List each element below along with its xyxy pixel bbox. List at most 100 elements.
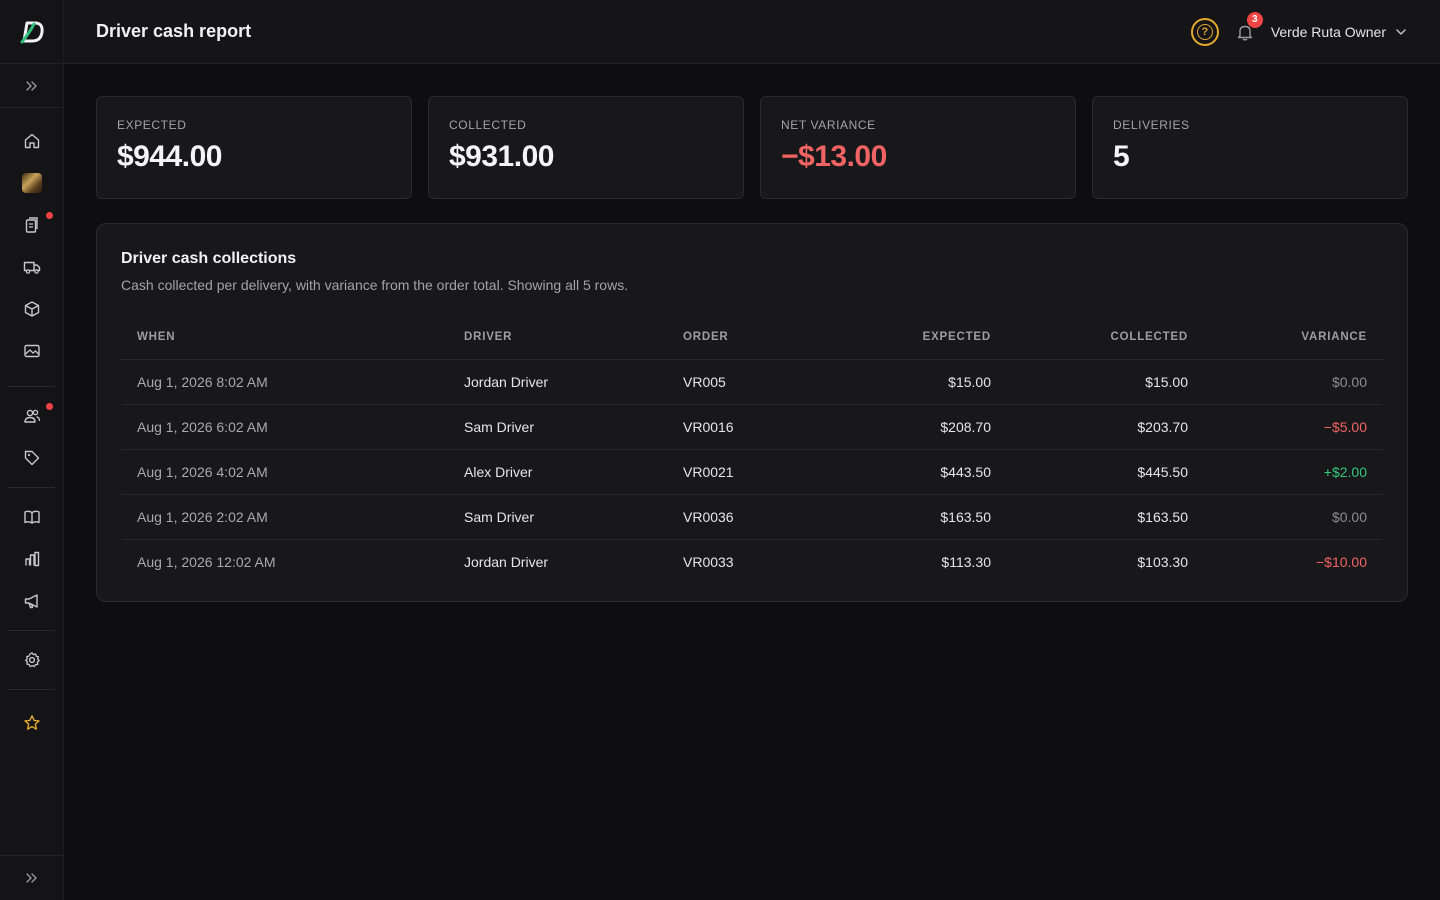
divider	[8, 386, 55, 387]
tag-icon	[24, 450, 39, 466]
cell-collected: $15.00	[1007, 359, 1204, 405]
notification-dot	[46, 403, 53, 410]
cell-variance: $0.00	[1204, 494, 1383, 540]
stat-value: −$13.00	[781, 140, 887, 173]
chevron-down-icon	[1396, 28, 1406, 35]
sidebar	[0, 0, 64, 900]
user-name: Verde Ruta Owner	[1270, 23, 1386, 40]
help-button[interactable]: ?	[1190, 17, 1219, 46]
sidebar-item-store[interactable]	[0, 162, 63, 204]
stat-value: $931.00	[449, 140, 554, 173]
stat-card-collected: COLLECTED $931.00	[428, 96, 744, 199]
sidebar-item-home[interactable]	[0, 120, 63, 162]
cell-driver: Sam Driver	[448, 494, 667, 540]
stat-value: $944.00	[117, 140, 222, 173]
sidebar-item-delivery[interactable]	[0, 246, 63, 288]
cell-expected: $163.50	[797, 494, 1007, 540]
sidebar-item-customers[interactable]	[0, 395, 63, 437]
cell-variance: $0.00	[1204, 359, 1383, 405]
column-header-collected: COLLECTED	[1007, 315, 1204, 360]
cell-order: VR0033	[683, 553, 734, 570]
divider	[8, 487, 55, 488]
cell-when: Aug 1, 2026 2:02 AM	[121, 494, 448, 540]
home-icon	[24, 133, 39, 149]
cell-collected: $103.30	[1137, 553, 1188, 570]
sidebar-item-marketing[interactable]	[0, 580, 63, 622]
settings-gear-icon	[24, 652, 40, 668]
column-header-variance: VARIANCE	[1204, 315, 1383, 360]
notifications-button[interactable]: 3	[1233, 11, 1263, 44]
stats-row: EXPECTED $944.00 COLLECTED $931.00 NET V…	[96, 96, 1408, 199]
stat-card-net-variance: NET VARIANCE −$13.00	[760, 96, 1076, 199]
main-content: EXPECTED $944.00 COLLECTED $931.00 NET V…	[96, 96, 1408, 602]
products-box-icon	[24, 301, 39, 317]
top-bar: Driver cash report ? 3 Verde Ruta Owner	[64, 0, 1440, 64]
cell-expected: $443.50	[797, 449, 1007, 495]
delivery-truck-icon	[23, 261, 40, 274]
cell-driver: Alex Driver	[448, 449, 667, 495]
catalog-book-icon	[23, 510, 40, 524]
collapse-toggle-button[interactable]	[0, 64, 63, 108]
store-avatar	[21, 173, 42, 193]
app-logo[interactable]	[0, 0, 63, 64]
sidebar-item-settings[interactable]	[0, 639, 63, 681]
notification-dot	[46, 212, 53, 219]
cell-when: Aug 1, 2026 8:02 AM	[121, 359, 448, 405]
marketing-megaphone-icon	[24, 594, 38, 609]
cell-order: VR005	[667, 359, 797, 405]
cell-variance: −$10.00	[1316, 553, 1367, 570]
stat-label: DELIVERIES	[1113, 118, 1190, 132]
orders-icon	[25, 217, 38, 233]
sidebar-item-products[interactable]	[0, 288, 63, 330]
logo-icon	[20, 21, 44, 43]
stat-card-expected: EXPECTED $944.00	[96, 96, 412, 199]
table-header-row: WHEN DRIVER ORDER EXPECTED COLLECTED VAR…	[121, 315, 1383, 360]
customers-users-icon	[23, 409, 40, 423]
cell-expected: $15.00	[797, 359, 1007, 405]
stat-label: NET VARIANCE	[781, 118, 876, 132]
sidebar-item-catalog[interactable]	[0, 496, 63, 538]
expand-sidebar-button[interactable]	[0, 855, 64, 900]
table-row: Aug 1, 2026 12:02 AM Jordan Driver VR003…	[121, 539, 1383, 584]
table-row: Aug 1, 2026 2:02 AM Sam Driver VR0036 $1…	[121, 494, 1383, 540]
chevrons-right-icon	[26, 873, 37, 883]
panel-subtitle: Cash collected per delivery, with varian…	[121, 277, 629, 293]
table-row: Aug 1, 2026 8:02 AM Jordan Driver VR005 …	[121, 359, 1383, 405]
media-image-icon	[23, 344, 40, 358]
cell-driver: Jordan Driver	[464, 553, 549, 570]
cell-order: VR0036	[667, 494, 797, 540]
panel-title: Driver cash collections	[121, 250, 297, 267]
stat-label: COLLECTED	[449, 118, 527, 132]
divider	[8, 689, 55, 690]
help-icon: ?	[1196, 23, 1213, 40]
sidebar-item-media[interactable]	[0, 330, 63, 372]
column-header-when: WHEN	[121, 315, 448, 360]
sidebar-item-analytics[interactable]	[0, 538, 63, 580]
notification-count-badge: 3	[1246, 11, 1263, 28]
table-row: Aug 1, 2026 4:02 AM Alex Driver VR0021 $…	[121, 449, 1383, 495]
cell-when: Aug 1, 2026 4:02 AM	[121, 449, 448, 495]
cell-when: Aug 1, 2026 6:02 AM	[121, 404, 448, 450]
stat-card-deliveries: DELIVERIES 5	[1092, 96, 1408, 199]
chevrons-right-icon	[25, 80, 37, 91]
sidebar-item-favorites[interactable]	[0, 702, 63, 744]
stat-value: 5	[1113, 140, 1130, 173]
cash-collections-panel: Driver cash collections Cash collected p…	[96, 223, 1408, 602]
analytics-bar-icon	[24, 551, 39, 567]
column-header-driver: DRIVER	[448, 315, 667, 360]
cell-variance: −$5.00	[1204, 404, 1383, 450]
stat-label: EXPECTED	[117, 118, 187, 132]
favorites-star-icon	[23, 715, 40, 730]
cell-variance: +$2.00	[1204, 449, 1383, 495]
cell-expected: $113.30	[941, 553, 991, 570]
cell-driver: Sam Driver	[448, 404, 667, 450]
cell-collected: $445.50	[1007, 449, 1204, 495]
page-title: Driver cash report	[96, 21, 252, 41]
cell-driver: Jordan Driver	[448, 359, 667, 405]
cell-collected: $163.50	[1007, 494, 1204, 540]
cell-expected: $208.70	[797, 404, 1007, 450]
sidebar-item-tags[interactable]	[0, 437, 63, 479]
cell-collected: $203.70	[1007, 404, 1204, 450]
sidebar-item-orders[interactable]	[0, 204, 63, 246]
user-menu[interactable]: Verde Ruta Owner	[1271, 24, 1408, 40]
